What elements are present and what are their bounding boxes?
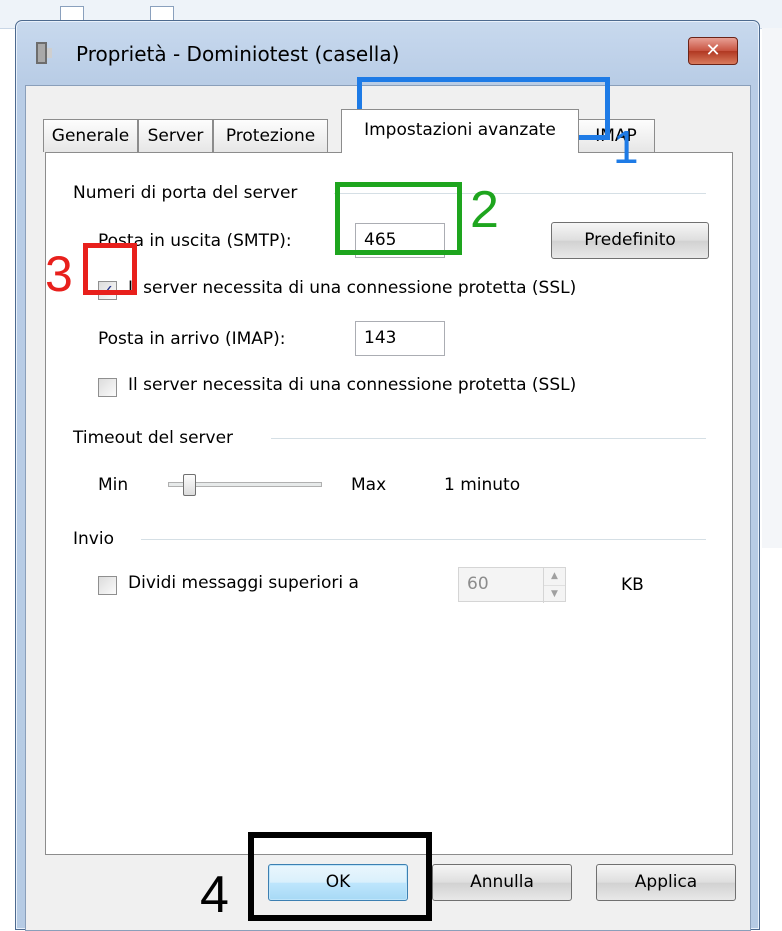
timeout-max-label: Max [351,475,387,495]
split-size-value: 60 [467,574,489,594]
split-size-spinner[interactable]: ▲ ▼ [543,568,565,603]
apply-button[interactable]: Applica [596,864,736,901]
imap-port-label: Posta in arrivo (IMAP): [98,329,286,349]
imap-port-input[interactable]: 143 [355,321,445,356]
tab-protezione[interactable]: Protezione [213,119,328,152]
annotation-box-3 [83,243,137,295]
split-messages-label: Dividi messaggi superiori a [128,573,359,593]
advanced-settings-panel: Numeri di porta del server Posta in usci… [45,152,733,855]
tab-server[interactable]: Server [138,119,213,152]
annotation-number-4: 4 [200,866,229,924]
annotation-box-2 [335,182,462,255]
spin-down-icon[interactable]: ▼ [544,585,565,603]
default-port-button[interactable]: Predefinito [551,222,709,259]
title-bar[interactable]: Proprietà - Dominiotest (casella) ✕ [16,21,759,83]
timeout-group-label: Timeout del server [73,428,234,448]
cancel-button[interactable]: Annulla [432,864,572,901]
timeout-slider-thumb[interactable] [183,474,197,496]
spin-up-icon[interactable]: ▲ [544,568,565,585]
tab-impostazioni-avanzate[interactable]: Impostazioni avanzate [341,109,579,153]
close-button[interactable]: ✕ [688,37,738,65]
tab-generale[interactable]: Generale [43,119,138,152]
annotation-number-2: 2 [470,181,499,239]
split-size-input[interactable]: 60 ▲ ▼ [458,567,566,603]
sending-group-label: Invio [73,529,114,549]
imap-ssl-label: Il server necessita di una connessione p… [128,375,577,395]
mail-account-icon [36,42,52,64]
background-window-edge [762,28,782,548]
ports-group-label: Numeri di porta del server [73,183,298,203]
split-messages-checkbox[interactable] [98,576,117,595]
timeout-group-divider [271,438,706,440]
annotation-number-3: 3 [45,246,73,302]
close-icon: ✕ [705,40,721,61]
timeout-value: 1 minuto [444,475,521,495]
imap-ssl-checkbox[interactable] [98,378,117,397]
smtp-ssl-label: Il server necessita di una connessione p… [128,278,577,298]
sending-group-divider [141,539,706,541]
split-size-unit: KB [621,575,644,595]
annotation-number-1: 1 [613,121,639,173]
timeout-min-label: Min [98,475,129,495]
window-title: Proprietà - Dominiotest (casella) [76,42,400,66]
annotation-box-4 [248,832,432,921]
properties-dialog: Proprietà - Dominiotest (casella) ✕ Gene… [15,20,760,931]
